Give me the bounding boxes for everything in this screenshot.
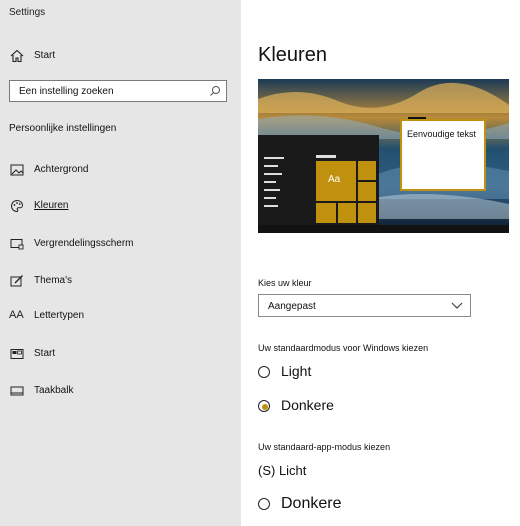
search-input[interactable]: Een instelling zoeken: [9, 80, 227, 102]
theme-icon: [10, 275, 23, 287]
sidebar-item-label: Vergrendelingsscherm: [34, 238, 134, 249]
start-icon: [10, 349, 24, 359]
home-icon: [10, 49, 24, 63]
sidebar-item-label: Start: [34, 348, 56, 359]
search-placeholder: Een instelling zoeken: [19, 86, 114, 97]
accent-tile-text: Aa: [328, 174, 341, 185]
sidebar-item-kleuren[interactable]: Kleuren: [0, 193, 241, 219]
light-window-mock: Eenvoudige tekst: [400, 117, 486, 191]
page-title: Kleuren: [258, 44, 327, 66]
radio-label: Donkere: [281, 495, 342, 512]
sidebar-item-taakbalk[interactable]: Taakbalk: [0, 378, 241, 404]
radio-circle: [258, 498, 270, 510]
menu-list-mock: [264, 157, 284, 207]
radio-selected-dot: [262, 404, 268, 410]
home-label: Start: [34, 50, 56, 61]
radio-circle: [258, 366, 270, 378]
lock-screen-icon: [10, 239, 24, 250]
sidebar-item-label: Lettertypen: [34, 310, 85, 321]
color-dropdown[interactable]: Aangepast: [258, 294, 471, 317]
start-tiles-mock: Aa: [316, 155, 378, 225]
sidebar-item-vergrendelingsscherm[interactable]: Vergrendelingsscherm: [0, 231, 241, 257]
sidebar-item-label: Taakbalk: [34, 385, 74, 396]
sidebar-item-start[interactable]: Start: [0, 341, 241, 367]
picture-icon: [10, 164, 24, 176]
search-icon: [210, 86, 220, 96]
app-mode-label: Uw standaard-app-modus kiezen: [258, 442, 391, 452]
sidebar-item-lettertypen[interactable]: AA Lettertypen: [0, 303, 241, 329]
radio-label: Light: [281, 363, 312, 379]
windows-mode-label: Uw standaardmodus voor Windows kiezen: [258, 343, 429, 353]
color-choice-label: Kies uw kleur: [258, 278, 312, 288]
palette-icon: [11, 199, 24, 213]
section-title: Persoonlijke instellingen: [9, 123, 117, 134]
radio-label: Donkere: [281, 397, 334, 413]
sidebar-item-themas[interactable]: Thema's: [0, 268, 241, 294]
font-icon: AA: [9, 309, 24, 321]
taskbar-icon: [10, 386, 24, 396]
sidebar-item-label: Kleuren: [34, 200, 69, 211]
app-mode-light-option[interactable]: (S) Licht: [258, 463, 306, 478]
home-nav-item[interactable]: Start: [0, 43, 241, 69]
sidebar: Settings Start Een instelling zoeken Per…: [0, 0, 241, 526]
color-dropdown-value: Aangepast: [268, 301, 316, 312]
main-panel: Kleuren Aa Eenvoudige tekst Kies uw kleu…: [241, 0, 520, 526]
color-preview: Aa Eenvoudige tekst: [258, 79, 509, 233]
sample-text: Eenvoudige tekst: [407, 129, 477, 139]
chevron-down-icon: [451, 302, 463, 309]
radio-circle: [258, 400, 270, 412]
sidebar-item-label: Achtergrond: [34, 164, 89, 175]
app-title: Settings: [9, 7, 46, 18]
sidebar-item-label: Thema's: [34, 275, 73, 286]
sidebar-item-achtergrond[interactable]: Achtergrond: [0, 157, 241, 183]
